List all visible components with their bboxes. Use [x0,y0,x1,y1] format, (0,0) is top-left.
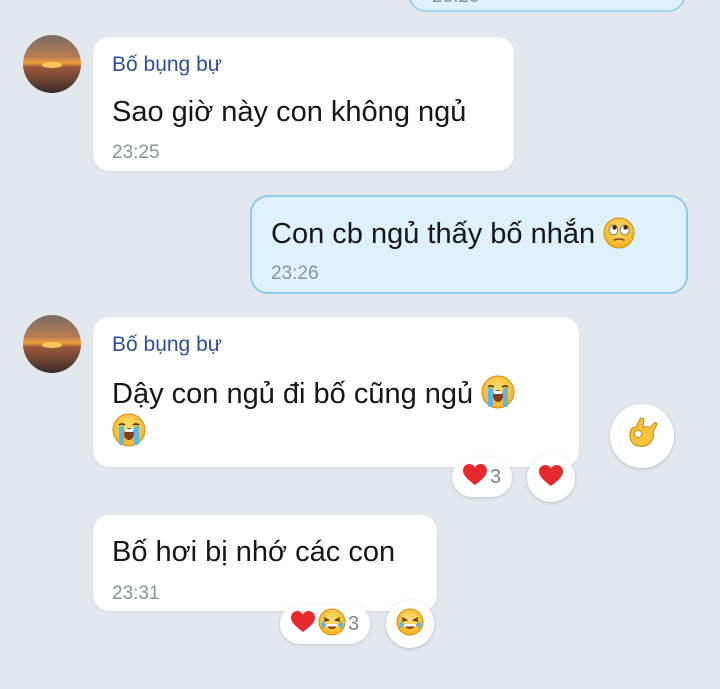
ok-hand-emoji [623,415,661,458]
reaction-count: 3 [348,612,360,635]
incoming-message-bubble[interactable]: Bố bụng bự Dậy con ngủ đi bố cũng ngủ [93,317,579,467]
laughing-emoji [318,608,346,641]
crying-emoji-line [112,413,146,452]
message-time: 23:25 [112,142,160,163]
add-reaction-button[interactable] [527,454,575,502]
avatar[interactable] [23,315,81,373]
heart-icon [290,610,316,639]
sunset-avatar-image [23,35,81,93]
message-text: Dậy con ngủ đi bố cũng ngủ [112,378,474,410]
heart-icon [462,463,488,492]
laughing-emoji [396,608,424,641]
rolling-eyes-emoji [603,217,635,257]
message-time: 23:25 [432,0,480,8]
avatar[interactable] [23,35,81,93]
heart-icon [538,464,564,493]
crying-emoji [481,375,515,417]
sender-name[interactable]: Bố bụng bự [112,333,222,357]
message-text: Bố hơi bị nhớ các con [112,536,396,568]
message-time: 23:26 [271,263,319,284]
sender-name[interactable]: Bố bụng bự [112,53,222,77]
crying-emoji [112,413,146,451]
sunset-avatar-image [23,315,81,373]
add-reaction-button[interactable] [386,600,434,648]
reaction-summary[interactable]: 3 [280,604,370,644]
message-text: Con cb ngủ thấy bố nhắn [271,218,596,250]
reaction-summary[interactable]: 3 [452,457,512,497]
message-content: Con cb ngủ thấy bố nhắn [271,217,635,257]
message-content: Dậy con ngủ đi bố cũng ngủ [112,375,515,417]
previous-message-bubble[interactable]: 23:25 [408,0,686,12]
quick-reaction-button[interactable] [610,404,674,468]
message-time: 23:31 [112,583,160,604]
incoming-message-bubble[interactable]: Bố hơi bị nhớ các con 23:31 [93,515,437,611]
incoming-message-bubble[interactable]: Bố bụng bự Sao giờ này con không ngủ 23:… [93,37,514,171]
outgoing-message-bubble[interactable]: Con cb ngủ thấy bố nhắn 23:26 [250,195,688,294]
message-text: Sao giờ này con không ngủ [112,96,467,128]
reaction-count: 3 [490,465,502,488]
